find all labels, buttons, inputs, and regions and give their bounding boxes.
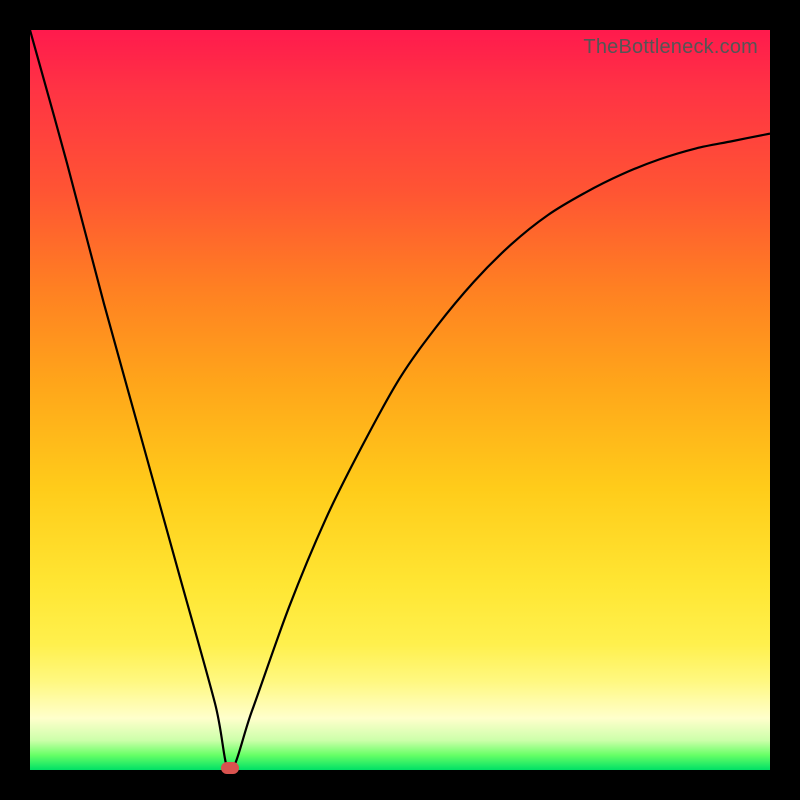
- optimal-point-marker: [221, 762, 239, 774]
- plot-area: TheBottleneck.com: [30, 30, 770, 770]
- chart-container: TheBottleneck.com: [0, 0, 800, 800]
- curve-path: [30, 30, 770, 770]
- bottleneck-curve: [30, 30, 770, 770]
